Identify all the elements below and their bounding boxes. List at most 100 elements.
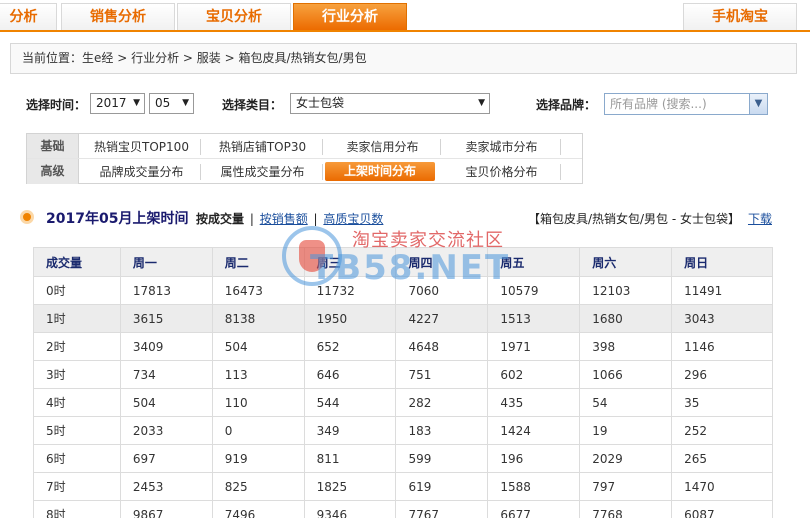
tab-sales-analysis[interactable]: 销售分析 — [61, 3, 175, 30]
bullet-icon — [20, 210, 34, 224]
month-select[interactable]: 05 ▼ — [149, 93, 194, 114]
volume-cell: 54 — [579, 388, 673, 417]
hour-cell: 8时 — [33, 500, 121, 518]
top-nav: 分析 销售分析 宝贝分析 行业分析 手机淘宝 — [0, 0, 810, 32]
table-row: 0时 17813 16473 11732 7060 10579 12103 11491 — [33, 276, 773, 305]
listing-time-table: 成交量 周一 周二 周三 周四 周五 周六 周日 0时 17813 16473 117… — [33, 247, 773, 518]
module-top100-items[interactable]: 热销宝贝TOP100 — [83, 139, 201, 155]
breadcrumb-item[interactable]: 行业分析 — [131, 51, 179, 65]
module-brand-volume[interactable]: 品牌成交量分布 — [83, 164, 201, 180]
table-row: 8时 9867 7496 9346 7767 6677 7768 6087 — [33, 500, 773, 518]
table-row: 3时 734 113 646 751 602 1066 296 — [33, 360, 773, 389]
breadcrumb-item[interactable]: 箱包皮具/热销女包/男包 — [239, 51, 367, 65]
tab-analysis-partial[interactable]: 分析 — [0, 3, 57, 30]
volume-cell: 697 — [119, 444, 213, 473]
volume-cell: 3043 — [671, 304, 773, 333]
volume-cell: 825 — [211, 472, 305, 501]
column-header: 周二 — [211, 247, 305, 277]
volume-cell: 1424 — [487, 416, 581, 445]
module-attribute-volume[interactable]: 属性成交量分布 — [203, 164, 323, 180]
category-path: 【箱包皮具/热销女包/男包 - 女士包袋】 下载 — [528, 210, 772, 227]
volume-cell: 8138 — [211, 304, 305, 333]
breadcrumb-separator: > — [220, 51, 239, 65]
volume-cell: 1146 — [671, 332, 773, 361]
table-row: 1时 3615 8138 1950 4227 1513 1680 3043 — [33, 304, 773, 333]
volume-cell: 17813 — [119, 276, 213, 305]
brand-combo[interactable]: 所有品牌 (搜索...) ▼ — [604, 93, 768, 115]
table-row: 5时 2033 0 349 183 1424 19 252 — [33, 416, 773, 445]
breadcrumb-item[interactable]: 服装 — [197, 51, 221, 65]
volume-cell: 2033 — [119, 416, 213, 445]
volume-cell: 1588 — [487, 472, 581, 501]
volume-cell: 7060 — [395, 276, 489, 305]
category-select[interactable]: 女士包袋 ▼ — [290, 93, 490, 114]
dropdown-arrow-icon[interactable]: ▼ — [749, 94, 767, 114]
chevron-down-icon: ▼ — [478, 98, 485, 108]
hour-cell: 2时 — [33, 332, 121, 361]
breadcrumb-separator: > — [179, 51, 197, 65]
module-top30-shops[interactable]: 热销店铺TOP30 — [203, 139, 323, 155]
volume-cell: 652 — [303, 332, 397, 361]
category-value: 女士包袋 — [296, 96, 345, 110]
column-header: 周六 — [579, 247, 673, 277]
volume-cell: 3615 — [119, 304, 213, 333]
category-label: 选择类目： — [222, 98, 283, 112]
volume-cell: 10579 — [487, 276, 581, 305]
year-select[interactable]: 2017 ▼ — [90, 93, 145, 114]
volume-cell: 4648 — [395, 332, 489, 361]
volume-cell: 544 — [303, 388, 397, 417]
volume-cell: 110 — [211, 388, 305, 417]
section-title: 2017年05月上架时间 — [46, 211, 189, 227]
volume-cell: 6087 — [671, 500, 773, 518]
basic-row: 基础 热销宝贝TOP100 热销店铺TOP30 卖家信用分布 卖家城市分布 — [27, 134, 582, 159]
tab-item-analysis[interactable]: 宝贝分析 — [177, 3, 291, 30]
volume-cell: 282 — [395, 388, 489, 417]
chevron-down-icon: ▼ — [182, 98, 189, 108]
module-seller-credit[interactable]: 卖家信用分布 — [325, 139, 441, 155]
volume-cell: 599 — [395, 444, 489, 473]
volume-cell: 19 — [579, 416, 673, 445]
hour-cell: 0时 — [33, 276, 121, 305]
volume-cell: 504 — [119, 388, 213, 417]
breadcrumb-item[interactable]: 生e经 — [82, 51, 113, 65]
hour-cell: 7时 — [33, 472, 121, 501]
breadcrumb: 当前位置：生e经 > 行业分析 > 服装 > 箱包皮具/热销女包/男包 — [10, 43, 797, 74]
mode-by-sales-link[interactable]: 按销售额 — [260, 212, 308, 226]
volume-cell: 1513 — [487, 304, 581, 333]
volume-cell: 113 — [211, 360, 305, 389]
column-header: 周一 — [119, 247, 213, 277]
brand-search-input[interactable]: 所有品牌 (搜索...) — [610, 97, 707, 111]
volume-cell: 797 — [579, 472, 673, 501]
volume-cell: 7768 — [579, 500, 673, 518]
volume-cell: 751 — [395, 360, 489, 389]
module-tabs: 基础 热销宝贝TOP100 热销店铺TOP30 卖家信用分布 卖家城市分布 高级… — [26, 133, 583, 184]
volume-cell: 35 — [671, 388, 773, 417]
year-value: 2017 — [96, 96, 127, 110]
section-header: 2017年05月上架时间 按成交量 | 按销售额 | 高质宝贝数 【箱包皮具/热… — [20, 207, 772, 229]
volume-cell: 6677 — [487, 500, 581, 518]
volume-cell: 1950 — [303, 304, 397, 333]
volume-cell: 16473 — [211, 276, 305, 305]
volume-cell: 9346 — [303, 500, 397, 518]
mode-by-volume: 按成交量 — [196, 212, 245, 226]
module-listing-time[interactable]: 上架时间分布 — [325, 162, 435, 181]
volume-cell: 296 — [671, 360, 773, 389]
volume-cell: 734 — [119, 360, 213, 389]
volume-cell: 811 — [303, 444, 397, 473]
advanced-label: 高级 — [27, 159, 79, 184]
volume-cell: 349 — [303, 416, 397, 445]
volume-cell: 11491 — [671, 276, 773, 305]
mode-quality-items-link[interactable]: 高质宝贝数 — [323, 212, 383, 226]
table-row: 6时 697 919 811 599 196 2029 265 — [33, 444, 773, 473]
tab-mobile-taobao[interactable]: 手机淘宝 — [683, 3, 797, 30]
column-header: 周三 — [303, 247, 397, 277]
volume-cell: 252 — [671, 416, 773, 445]
table-row: 7时 2453 825 1825 619 1588 797 1470 — [33, 472, 773, 501]
volume-cell: 0 — [211, 416, 305, 445]
tab-industry-analysis[interactable]: 行业分析 — [293, 3, 407, 30]
volume-cell: 7496 — [211, 500, 305, 518]
module-price-distribution[interactable]: 宝贝价格分布 — [443, 164, 561, 180]
module-seller-city[interactable]: 卖家城市分布 — [443, 139, 561, 155]
separator: | — [309, 212, 322, 226]
download-link[interactable]: 下载 — [748, 212, 772, 226]
